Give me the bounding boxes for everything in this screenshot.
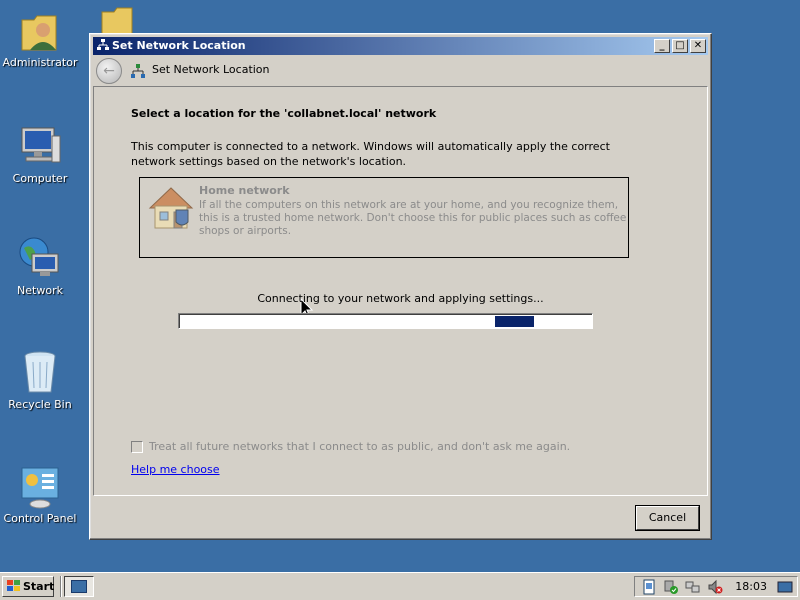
nav-title: Set Network Location — [152, 63, 270, 76]
public-networks-option[interactable]: Treat all future networks that I connect… — [131, 440, 570, 453]
home-network-option[interactable]: Home network If all the computers on thi… — [139, 177, 629, 319]
desktop-icon-label: Network — [17, 284, 63, 297]
system-tray: 18:03 — [634, 576, 798, 597]
back-button[interactable]: ← — [96, 58, 122, 84]
security-check-icon[interactable] — [663, 579, 679, 595]
start-button[interactable]: Start — [2, 576, 54, 597]
user-folder-icon — [16, 6, 64, 54]
close-icon: ✕ — [693, 40, 703, 51]
maximize-icon: □ — [675, 40, 685, 51]
desktop-icon-label: Recycle Bin — [8, 398, 72, 411]
network-icon — [96, 38, 110, 52]
desktop-icon-control-panel[interactable]: Control Panel — [0, 462, 80, 525]
clock[interactable]: 18:03 — [735, 580, 767, 593]
desktop-icon-label: Computer — [12, 172, 68, 185]
home-network-description: If all the computers on this network are… — [199, 199, 627, 237]
window-titlebar[interactable]: Set Network Location _ □ ✕ — [93, 37, 708, 55]
network-status-icon[interactable] — [685, 579, 701, 595]
page-heading: Select a location for the 'collabnet.loc… — [131, 107, 437, 120]
windows-flag-icon — [6, 579, 21, 593]
close-button[interactable]: ✕ — [690, 39, 706, 53]
show-desktop-icon[interactable] — [777, 579, 793, 595]
minimize-icon: _ — [659, 40, 665, 51]
volume-muted-icon[interactable] — [707, 579, 723, 595]
desktop-icon-label: Control Panel — [3, 512, 77, 525]
window-icon — [71, 580, 87, 593]
desktop-icon-administrator[interactable]: Administrator — [0, 6, 80, 69]
progress-marquee — [495, 316, 534, 327]
document-icon[interactable] — [641, 579, 657, 595]
desktop-icon-network[interactable]: Network — [0, 234, 80, 297]
start-label: Start — [23, 580, 55, 593]
page-description: This computer is connected to a network.… — [131, 140, 610, 168]
maximize-button[interactable]: □ — [672, 39, 688, 53]
computer-icon — [16, 122, 64, 170]
desktop-icon-computer[interactable]: Computer — [0, 122, 80, 185]
window-title: Set Network Location — [112, 39, 246, 52]
progress-bar — [178, 313, 593, 329]
desktop-icon-label: Administrator — [2, 56, 78, 69]
cancel-button[interactable]: Cancel — [636, 506, 699, 530]
public-networks-checkbox[interactable] — [131, 440, 143, 453]
taskbar-separator — [60, 576, 62, 597]
desktop-icon-recycle-bin[interactable]: Recycle Bin — [0, 348, 80, 411]
minimize-button[interactable]: _ — [654, 39, 670, 53]
navigation-bar: ← Set Network Location — [93, 56, 708, 86]
public-networks-label: Treat all future networks that I connect… — [149, 440, 571, 453]
network-icon — [130, 63, 146, 79]
network-globe-icon — [16, 234, 64, 282]
back-arrow-icon: ← — [103, 63, 115, 79]
recycle-bin-icon — [16, 348, 64, 396]
wizard-content: Select a location for the 'collabnet.loc… — [93, 86, 708, 496]
help-me-choose-link[interactable]: Help me choose — [131, 463, 220, 476]
house-icon — [146, 184, 196, 232]
taskbar-window-button[interactable] — [64, 576, 94, 597]
status-text: Connecting to your network and applying … — [257, 292, 544, 305]
taskbar: Start 18:03 — [0, 572, 800, 600]
control-panel-icon — [16, 462, 64, 510]
set-network-location-window: Set Network Location _ □ ✕ ← Set Network… — [89, 33, 712, 540]
home-network-title: Home network — [199, 184, 290, 197]
